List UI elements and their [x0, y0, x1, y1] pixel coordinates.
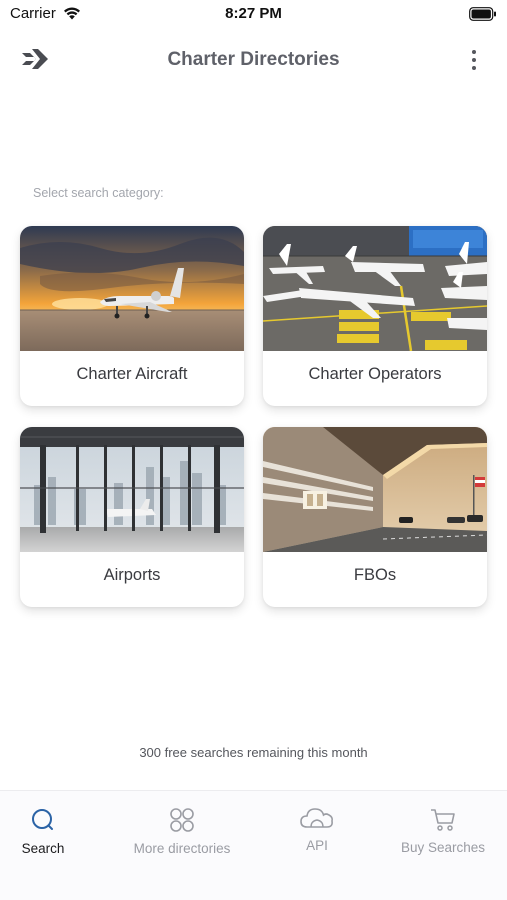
category-label: FBOs: [353, 566, 397, 584]
jets-on-apron-photo: [263, 226, 487, 351]
cloud-icon: [300, 808, 333, 828]
status-bar: Carrier 8:27 PM: [0, 0, 507, 28]
section-label: Select search category:: [33, 186, 164, 200]
private-jet-at-sunset-photo: [20, 226, 244, 351]
page-title: Charter Directories: [167, 49, 340, 70]
tab-more-directories[interactable]: More directories: [119, 791, 245, 867]
remaining-searches-text: 300 free searches remaining this month: [139, 745, 368, 760]
tab-label: Buy Searches: [400, 840, 486, 855]
category-card-airports[interactable]: Airports: [20, 427, 244, 607]
tab-label: More directories: [133, 841, 231, 856]
nav-bar: Charter Directories: [0, 38, 507, 82]
status-time: 8:27 PM: [225, 5, 282, 22]
tab-bar: Search More directories API Buy Searches: [0, 790, 507, 900]
search-icon: [32, 809, 53, 830]
tab-buy-searches[interactable]: Buy Searches: [380, 791, 506, 867]
category-label: Charter Aircraft: [76, 365, 188, 383]
tab-label: Search: [21, 841, 65, 856]
airport-terminal-window-photo: [20, 427, 244, 552]
category-label: Airports: [103, 566, 161, 584]
category-card-charter-operators[interactable]: Charter Operators: [263, 226, 487, 406]
fbo-terminal-building-photo: [263, 427, 487, 552]
cart-icon: [431, 809, 455, 831]
tab-search[interactable]: Search: [0, 791, 106, 867]
more-vertical-icon[interactable]: [469, 50, 479, 72]
category-label: Charter Operators: [308, 365, 442, 383]
tab-label: API: [306, 838, 328, 853]
grid-circles-icon: [170, 808, 194, 832]
category-card-charter-aircraft[interactable]: Charter Aircraft: [20, 226, 244, 406]
category-card-fbos[interactable]: FBOs: [263, 427, 487, 607]
battery-icon: [469, 7, 496, 21]
tab-api[interactable]: API: [254, 791, 380, 867]
